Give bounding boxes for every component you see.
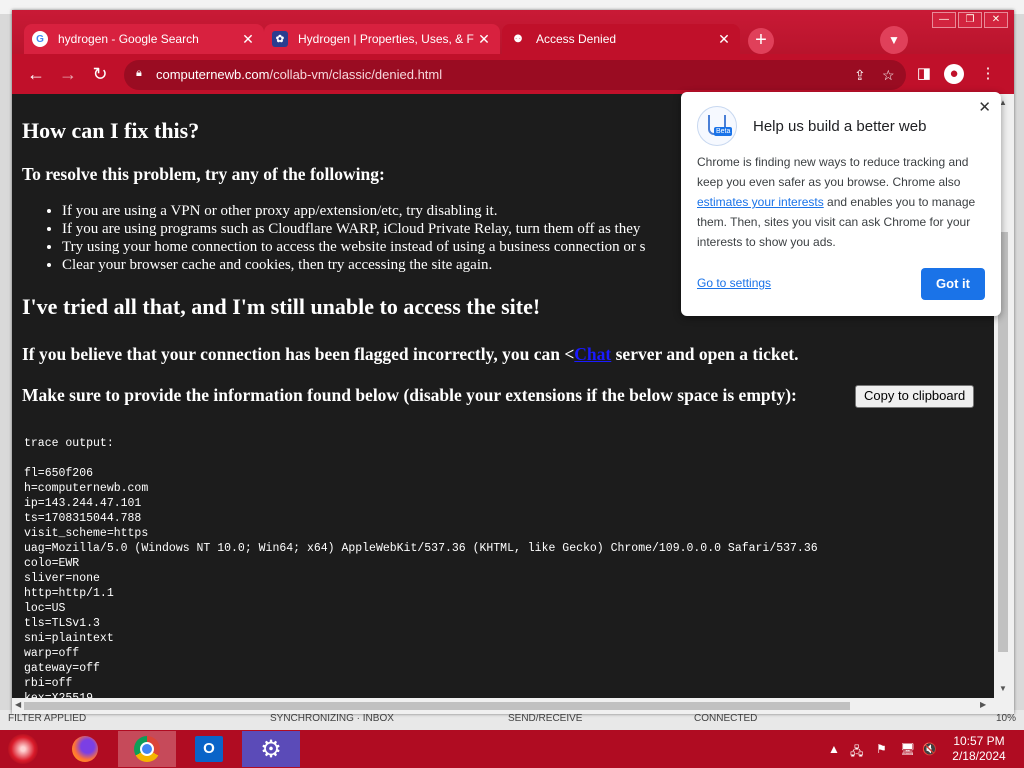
list-item: If you are using programs such as Cloudf… — [62, 220, 646, 238]
profile-avatar-icon[interactable]: ● — [944, 64, 964, 84]
provide-info-text: Make sure to provide the information fou… — [22, 385, 797, 405]
tab-google-search[interactable]: G hydrogen - Google Search ✕ — [24, 24, 264, 54]
close-icon[interactable]: ✕ — [476, 31, 492, 48]
tab-label: hydrogen - Google Search — [58, 32, 199, 46]
taskbar-settings[interactable]: ⚙ — [242, 731, 300, 767]
scroll-thumb[interactable] — [24, 702, 850, 710]
url-domain: computernewb.com — [156, 67, 270, 82]
arrow-right-icon: → — [59, 64, 77, 84]
list-item: If you are using a VPN or other proxy ap… — [62, 202, 646, 220]
got-it-button[interactable]: Got it — [921, 268, 985, 300]
network-drive-icon[interactable]: 🖧 — [850, 742, 863, 763]
window-controls: — ❐ ✕ — [932, 12, 1008, 28]
arrow-left-icon: ← — [27, 64, 45, 84]
heading-how-to-fix: How can I fix this? — [22, 118, 200, 143]
scroll-down-icon[interactable]: ▼ — [999, 684, 1007, 693]
tab-hydrogen-britannica[interactable]: ✿ Hydrogen | Properties, Uses, & F ✕ — [264, 24, 500, 54]
back-button[interactable]: ← — [24, 62, 48, 86]
outlook-send-receive: SEND/RECEIVE — [508, 713, 583, 724]
taskbar-outlook[interactable]: O — [180, 731, 238, 767]
beta-badge: Beta — [714, 127, 733, 136]
trace-output[interactable]: trace output: fl=650f206 h=computernewb.… — [24, 436, 818, 698]
tips-list: If you are using a VPN or other proxy ap… — [22, 202, 646, 274]
new-tab-button[interactable]: + — [748, 28, 774, 54]
reload-icon: ↻ — [92, 64, 108, 84]
close-icon[interactable]: ✕ — [240, 31, 256, 48]
show-hidden-icons[interactable]: ▲ — [828, 742, 840, 756]
close-window-button[interactable]: ✕ — [984, 12, 1008, 28]
url-path: /collab-vm/classic/denied.html — [269, 67, 443, 82]
url-text[interactable]: computernewb.com/collab-vm/classic/denie… — [156, 67, 442, 82]
system-clock[interactable]: 10:57 PM 2/18/2024 — [935, 734, 1023, 764]
tab-label: Hydrogen | Properties, Uses, & F — [298, 32, 474, 46]
minimize-button[interactable]: — — [932, 12, 956, 28]
popup-body-text: Chrome is finding new ways to reduce tra… — [697, 155, 969, 189]
close-icon[interactable]: ✕ — [978, 98, 991, 116]
outlook-zoom: 10% — [996, 713, 1017, 724]
flag-icon[interactable]: ⚑ — [876, 742, 887, 756]
windows-taskbar: O ⚙ ▲ 🖧 ⚑ 🖥 🔇 10:57 PM 2/18/2024 — [0, 730, 1024, 768]
heading-still-unable: I've tried all that, and I'm still unabl… — [22, 294, 541, 319]
go-to-settings-link[interactable]: Go to settings — [697, 276, 771, 290]
google-icon: G — [32, 31, 48, 47]
horizontal-scrollbar[interactable]: ◀ ▶ — [12, 698, 1014, 714]
bookmark-star-icon[interactable]: ☆ — [882, 67, 895, 84]
flagged-paragraph: If you believe that your connection has … — [22, 344, 799, 365]
beta-flask-icon: Beta — [697, 106, 737, 146]
tab-access-denied[interactable]: ⚉ Access Denied ✕ — [502, 24, 740, 54]
popup-title: Help us build a better web — [753, 118, 927, 135]
popup-body: Chrome is finding new ways to reduce tra… — [697, 152, 989, 252]
tab-strip: G hydrogen - Google Search ✕ ✿ Hydrogen … — [12, 10, 1014, 54]
reload-button[interactable]: ↻ — [88, 62, 112, 86]
taskbar-firefox[interactable] — [56, 731, 114, 767]
access-denied-icon: ⚉ — [513, 33, 523, 45]
britannica-icon: ✿ — [272, 31, 288, 47]
restore-button[interactable]: ❐ — [958, 12, 982, 28]
address-bar[interactable]: 🔒︎ computernewb.com/collab-vm/classic/de… — [124, 60, 906, 90]
privacy-sandbox-popup: ✕ Beta Help us build a better web Chrome… — [681, 92, 1001, 316]
firefox-icon — [72, 736, 98, 762]
share-icon[interactable]: ⇪ — [854, 67, 866, 84]
side-panel-icon[interactable]: ◨ — [914, 64, 934, 84]
copy-to-clipboard-button[interactable]: Copy to clipboard — [855, 385, 975, 408]
chevron-down-icon: ▼ — [888, 33, 900, 47]
outlook-filter-status: FILTER APPLIED — [8, 713, 87, 724]
browser-toolbar: ← → ↻ 🔒︎ computernewb.com/collab-vm/clas… — [12, 54, 1014, 94]
network-icon[interactable]: 🖥 — [900, 742, 915, 756]
settings-icon: ⚙ — [260, 735, 282, 763]
tab-label: Access Denied — [536, 32, 617, 46]
tab-search-button[interactable]: ▼ — [880, 26, 908, 54]
estimates-interests-link[interactable]: estimates your interests — [697, 195, 824, 209]
taskbar-chrome[interactable] — [118, 731, 176, 767]
list-item: Try using your home connection to access… — [62, 238, 646, 256]
close-icon[interactable]: ✕ — [716, 31, 732, 48]
flagged-text-end: server and open a ticket. — [611, 344, 799, 364]
chrome-icon — [134, 736, 160, 762]
outlook-connection-status: CONNECTED — [694, 713, 758, 724]
forward-button[interactable]: → — [56, 62, 80, 86]
list-item: Clear your browser cache and cookies, th… — [62, 256, 646, 274]
scroll-left-icon[interactable]: ◀ — [15, 700, 21, 709]
scroll-right-icon[interactable]: ▶ — [980, 700, 986, 709]
flagged-text: If you believe that your connection has … — [22, 344, 575, 364]
lock-icon: 🔒︎ — [136, 67, 142, 79]
menu-kebab-icon[interactable]: ⋮ — [978, 64, 998, 84]
chat-link[interactable]: Chat — [574, 344, 611, 364]
outlook-sync-status: SYNCHRONIZING · INBOX — [270, 713, 394, 724]
outlook-icon: O — [195, 736, 223, 762]
clock-date: 2/18/2024 — [952, 749, 1006, 763]
clock-time: 10:57 PM — [953, 734, 1005, 748]
start-button[interactable] — [8, 734, 38, 764]
heading-resolve: To resolve this problem, try any of the … — [22, 164, 385, 184]
